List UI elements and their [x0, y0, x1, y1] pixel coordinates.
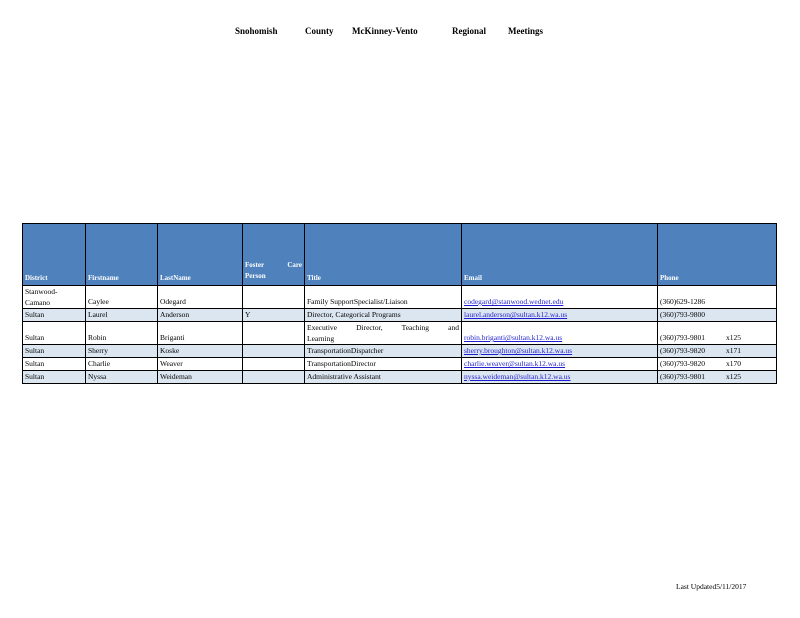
cell-firstname: Charlie	[85, 357, 158, 371]
cell-title: Administrative Assistant	[304, 370, 462, 384]
table-row: Sultan Laurel Anderson Y Director, Categ…	[22, 308, 777, 322]
cell-title: Executive Director, Teaching and Learnin…	[304, 321, 462, 345]
cell-district: Sultan	[22, 308, 86, 322]
header-email: Email	[461, 223, 658, 286]
cell-foster	[242, 370, 305, 384]
cell-foster: Y	[242, 308, 305, 322]
table-row: Sultan Nyssa Weideman Administrative Ass…	[22, 370, 777, 384]
cell-lastname: Odegard	[157, 285, 243, 309]
email-link[interactable]: codegard@stanwood.wednet.edu	[464, 297, 563, 306]
cell-phone: (360)793-9801 x125	[657, 370, 777, 384]
email-link[interactable]: robin.briganti@sultan.k12.wa.us	[464, 333, 562, 342]
email-link[interactable]: sherry.broughton@sultan.k12.wa.us	[464, 346, 572, 355]
phone-number: (360)793-9820	[660, 346, 705, 355]
header-foster-care-person: Foster Care Person	[242, 223, 305, 286]
table-row: Sultan Charlie Weaver TransportationDire…	[22, 357, 777, 371]
last-updated-note: Last Updated5/11/2017	[676, 582, 747, 591]
header-foster-line1: Foster Care	[245, 261, 302, 269]
title-word: Snohomish	[235, 26, 278, 36]
cell-firstname: Caylee	[85, 285, 158, 309]
title-line: Learning	[307, 334, 335, 343]
header-district: District	[22, 223, 86, 286]
document-title: Snohomish County McKinney-Vento Regional…	[0, 26, 800, 40]
cell-firstname: Nyssa	[85, 370, 158, 384]
phone-extension: x171	[726, 346, 741, 355]
cell-lastname: Koske	[157, 344, 243, 358]
cell-title: Director, Categorical Programs	[304, 308, 462, 322]
cell-lastname: Weideman	[157, 370, 243, 384]
cell-title: Family SupportSpecialist/Liaison	[304, 285, 462, 309]
cell-phone: (360)629-1286	[657, 285, 777, 309]
cell-district: Sultan	[22, 357, 86, 371]
cell-foster	[242, 357, 305, 371]
cell-district: Sultan	[22, 370, 86, 384]
cell-email[interactable]: robin.briganti@sultan.k12.wa.us	[461, 321, 658, 345]
cell-firstname: Robin	[85, 321, 158, 345]
cell-email[interactable]: sherry.broughton@sultan.k12.wa.us	[461, 344, 658, 358]
phone-number: (360)793-9801	[660, 333, 705, 342]
cell-firstname: Sherry	[85, 344, 158, 358]
phone-number: (360)793-9801	[660, 372, 705, 381]
email-link[interactable]: nyssa.weideman@sultan.k12.wa.us	[464, 372, 570, 381]
title-word: Meetings	[508, 26, 543, 36]
cell-phone: (360)793-9820 x170	[657, 357, 777, 371]
cell-district: Stanwood- Camano	[22, 285, 86, 309]
table-row: Sultan Robin Briganti Executive Director…	[22, 321, 777, 345]
cell-email[interactable]: laurel.anderson@sultan.k12.wa.us	[461, 308, 658, 322]
phone-extension: x170	[726, 359, 741, 368]
cell-lastname: Briganti	[157, 321, 243, 345]
cell-email[interactable]: codegard@stanwood.wednet.edu	[461, 285, 658, 309]
header-foster-line2: Person	[245, 272, 266, 280]
cell-email[interactable]: charlie.weaver@sultan.k12.wa.us	[461, 357, 658, 371]
phone-number: (360)793-9800	[660, 310, 705, 319]
cell-email[interactable]: nyssa.weideman@sultan.k12.wa.us	[461, 370, 658, 384]
cell-lastname: Anderson	[157, 308, 243, 322]
phone-number: (360)629-1286	[660, 297, 705, 306]
cell-title: TransportationDispatcher	[304, 344, 462, 358]
cell-lastname: Weaver	[157, 357, 243, 371]
cell-district: Sultan	[22, 321, 86, 345]
header-row: District Firstname LastName Foster Care …	[22, 223, 777, 286]
cell-firstname: Laurel	[85, 308, 158, 322]
district-line: Camano	[25, 298, 50, 307]
email-link[interactable]: charlie.weaver@sultan.k12.wa.us	[464, 359, 565, 368]
cell-foster	[242, 321, 305, 345]
table-row: Stanwood- Camano Caylee Odegard Family S…	[22, 285, 777, 309]
cell-title: TransportationDirector	[304, 357, 462, 371]
title-word: McKinney-Vento	[352, 26, 418, 36]
cell-phone: (360)793-9801 x125	[657, 321, 777, 345]
header-phone: Phone	[657, 223, 777, 286]
contacts-table: District Firstname LastName Foster Care …	[22, 223, 777, 384]
title-line: Executive Director, Teaching and	[307, 323, 459, 332]
cell-phone: (360)793-9820 x171	[657, 344, 777, 358]
table-row: Sultan Sherry Koske TransportationDispat…	[22, 344, 777, 358]
phone-number: (360)793-9820	[660, 359, 705, 368]
phone-extension: x125	[726, 372, 741, 381]
header-firstname: Firstname	[85, 223, 158, 286]
title-word: County	[305, 26, 334, 36]
header-title: Title	[304, 223, 462, 286]
cell-foster	[242, 344, 305, 358]
phone-extension: x125	[726, 333, 741, 342]
email-link[interactable]: laurel.anderson@sultan.k12.wa.us	[464, 310, 567, 319]
district-line: Stanwood-	[25, 287, 58, 296]
title-word: Regional	[452, 26, 487, 36]
header-lastname: LastName	[157, 223, 243, 286]
cell-foster	[242, 285, 305, 309]
cell-phone: (360)793-9800	[657, 308, 777, 322]
cell-district: Sultan	[22, 344, 86, 358]
